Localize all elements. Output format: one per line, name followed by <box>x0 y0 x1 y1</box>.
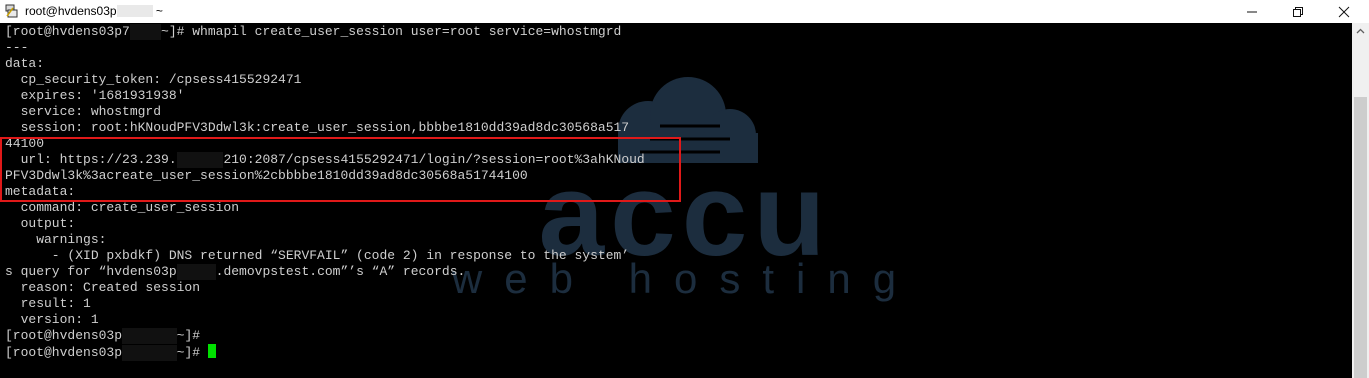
terminal-text: cp_security_token: /cpsess4155292471 <box>5 72 302 87</box>
terminal-text: s query for “hvdens03p <box>5 264 177 279</box>
putty-app-icon[interactable] <box>5 4 19 18</box>
terminal-line: command: create_user_session <box>5 200 645 216</box>
terminal-line: service: whostmgrd <box>5 104 645 120</box>
terminal-text: output: <box>5 216 76 231</box>
close-icon <box>1338 6 1350 18</box>
terminal-text: result: 1 <box>5 296 91 311</box>
restore-icon <box>1293 7 1303 17</box>
terminal-line: output: <box>5 216 645 232</box>
terminal-line: version: 1 <box>5 312 645 328</box>
terminal-text: session: root:hKNoudPFV3Ddwl3k:create_us… <box>5 120 630 135</box>
terminal-text: command: create_user_session <box>5 200 240 215</box>
terminal-text: warnings: <box>5 232 107 247</box>
terminal-text: service: whostmgrd <box>5 104 162 119</box>
terminal-text: [root@hvdens03p7 <box>5 24 130 39</box>
redacted-text <box>176 264 216 280</box>
scrollbar-thumb[interactable] <box>1354 97 1367 378</box>
highlight-box <box>0 137 681 202</box>
terminal-line: session: root:hKNoudPFV3Ddwl3k:create_us… <box>5 120 645 136</box>
terminal-text: reason: Created session <box>5 280 201 295</box>
terminal-line: data: <box>5 56 645 72</box>
terminal-text: expires: '1681931938' <box>5 88 185 103</box>
terminal-text: .demovpstest.com”’s “A” records. <box>215 264 466 279</box>
terminal-line: expires: '1681931938' <box>5 88 645 104</box>
terminal-text: ~]# whmapil create_user_session user=roo… <box>161 24 622 39</box>
redacted-text <box>122 345 177 361</box>
window-titlebar: root@hvdens03p ~ <box>0 0 1369 23</box>
redacted-text <box>129 24 162 40</box>
terminal-text: [root@hvdens03p <box>5 345 123 360</box>
terminal-line: reason: Created session <box>5 280 645 296</box>
redacted-hostname <box>116 5 153 17</box>
minimize-button[interactable] <box>1229 0 1275 23</box>
vertical-scrollbar[interactable] <box>1352 23 1369 378</box>
terminal-line: [root@hvdens03p ~]# <box>5 344 645 361</box>
terminal-text: ~]# <box>176 345 208 360</box>
terminal-line: warnings: <box>5 232 645 248</box>
terminal-text: - (XID pxbdkf) DNS returned “SERVFAIL” (… <box>5 248 630 263</box>
terminal-line: --- <box>5 40 645 56</box>
terminal-line: - (XID pxbdkf) DNS returned “SERVFAIL” (… <box>5 248 645 264</box>
terminal-line: s query for “hvdens03p .demovpstest.com”… <box>5 264 645 280</box>
window-title-prefix: root@hvdens03p <box>25 4 117 18</box>
restore-button[interactable] <box>1275 0 1321 23</box>
minimize-icon <box>1247 11 1257 13</box>
terminal-line: [root@hvdens03p ~]# <box>5 328 645 344</box>
close-button[interactable] <box>1321 0 1367 23</box>
terminal-output-area[interactable]: accu web hosting [root@hvdens03p7 ~]# wh… <box>0 23 1352 378</box>
terminal-cursor <box>207 344 216 358</box>
terminal-text: version: 1 <box>5 312 99 327</box>
window-title: root@hvdens03p ~ <box>25 4 163 18</box>
terminal-text: [root@hvdens03p <box>5 328 123 343</box>
terminal-text: data: <box>5 56 45 71</box>
scroll-up-arrow-icon[interactable] <box>1352 23 1369 40</box>
terminal-line: cp_security_token: /cpsess4155292471 <box>5 72 645 88</box>
redacted-text <box>122 328 177 344</box>
window-title-suffix: ~ <box>152 4 163 18</box>
terminal-text: ~]# <box>176 328 201 343</box>
terminal-line: result: 1 <box>5 296 645 312</box>
terminal-text: --- <box>5 40 29 55</box>
terminal-line: [root@hvdens03p7 ~]# whmapil create_user… <box>5 24 645 40</box>
